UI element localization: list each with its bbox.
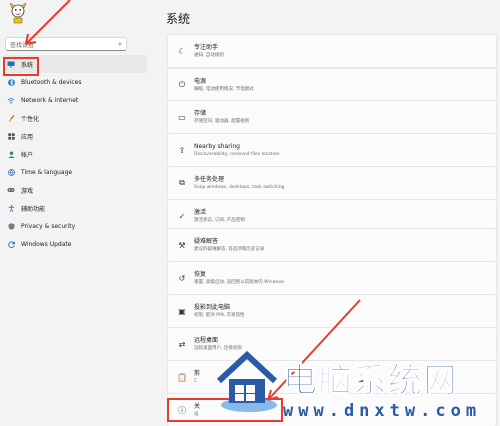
card-subtitle: Discoverability, received files location [194,151,280,157]
annotation-highlight-box [3,57,39,76]
settings-card-nearby-sharing[interactable]: ⇪ Nearby sharing Discoverability, receive… [167,133,497,167]
sidebar-item-label: 辅助功能 [21,205,46,213]
sidebar-item-label: 游戏 [21,187,34,195]
search-icon: ⌕ [118,39,122,48]
card-subtitle: 存储空间, 驱动器, 配置规则 [194,118,250,124]
sidebar-item-gaming[interactable]: 游戏 [3,181,147,199]
sidebar-item-label: Time & language [21,168,73,176]
page-title: 系统 [166,12,191,26]
activation-icon: ✓ [178,211,186,221]
watermark-title: 电脑系统网 [283,361,458,402]
watermark-url: www.dnxtw.com [283,401,482,421]
sidebar-item-network[interactable]: Network & internet [3,91,147,109]
sidebar-item-accounts[interactable]: 帐户 [3,145,147,163]
card-subtitle: 通知, 自动规则 [194,52,224,58]
sidebar-item-label: Bluetooth & devices [21,78,82,86]
sidebar-item-time-language[interactable]: Time & language [3,163,147,181]
card-title: 疑难解答 [194,237,219,245]
card-subtitle: 权限, 配对 PIN, 可发现性 [194,312,245,318]
card-title: 多任务处理 [194,175,225,183]
moon-icon: ☾ [178,46,186,56]
account-icon [7,150,15,158]
settings-card-projection[interactable]: ▣ 投影到此电脑 权限, 配对 PIN, 可发现性 [167,294,497,328]
brush-icon [7,114,15,122]
settings-card-focus-assist[interactable]: ☾ 专注助手 通知, 自动规则 [167,34,497,68]
clipboard-icon: 📋 [177,372,187,382]
bluetooth-icon [7,78,15,86]
sidebar-item-windows-update[interactable]: Windows Update [3,235,147,253]
avatar[interactable] [8,2,28,24]
remote-icon: ⇄ [178,339,186,349]
card-title: 投影到此电脑 [194,303,231,311]
card-title: 激活 [194,208,207,216]
card-title: 恢复 [194,270,207,278]
settings-card-multitasking[interactable]: ⧉ 多任务处理 Snap windows, desktops, task swit… [167,166,497,200]
card-subtitle: Snap windows, desktops, task switching [194,184,285,190]
sidebar-nav: 系统 Bluetooth & devices Network & interne… [0,55,150,253]
card-title: 专注助手 [194,43,219,51]
storage-icon: ▭ [178,112,186,122]
card-subtitle: C [194,378,198,384]
projection-icon: ▣ [178,306,186,316]
sidebar-item-privacy[interactable]: Privacy & security [3,217,147,235]
sidebar-item-accessibility[interactable]: 辅助功能 [3,199,147,217]
power-icon: ⏻ [178,80,186,89]
sidebar-item-label: 应用 [21,133,34,141]
update-icon [7,240,15,248]
share-icon: ⇪ [178,145,186,155]
settings-card-power[interactable]: ⏻ 电源 睡眠, 电池使用情况, 节电模式 [167,68,497,102]
gamepad-icon [7,186,15,194]
sidebar-item-label: Windows Update [21,240,72,248]
card-subtitle: 睡眠, 电池使用情况, 节电模式 [194,86,254,92]
wrench-icon: ⚒ [178,240,186,250]
watermark-logo-icon [216,350,278,412]
search-input[interactable]: 查找设置 ⌕ [5,37,127,51]
accessibility-icon [7,204,15,212]
globe-icon [7,168,15,176]
multitask-icon: ⧉ [179,178,185,187]
network-icon [7,96,15,104]
card-subtitle: 建议的疑难解答, 首选项和历史记录 [194,246,265,252]
sidebar-item-label: 个性化 [21,115,40,123]
settings-card-recovery[interactable]: ↺ 恢复 重置, 高级启动, 返回到以前版本的 Windows [167,261,497,295]
sidebar-item-label: Privacy & security [21,222,76,230]
sidebar-item-apps[interactable]: 应用 [3,127,147,145]
settings-card-storage[interactable]: ▭ 存储 存储空间, 驱动器, 配置规则 [167,100,497,134]
sidebar-item-personalization[interactable]: 个性化 [3,109,147,127]
shield-icon [7,222,15,230]
watermark: 电脑系统网 www.dnxtw.com [215,347,500,426]
card-title: Nearby sharing [194,142,240,150]
card-title: 远程桌面 [194,336,219,344]
sidebar-item-label: 帐户 [21,151,34,159]
card-subtitle: 重置, 高级启动, 返回到以前版本的 Windows [194,279,285,285]
card-subtitle: 激活状态, 订阅, 产品密钥 [194,217,245,223]
recovery-icon: ↺ [178,273,186,283]
card-title: 剪 [194,369,201,377]
card-title: 存储 [194,109,207,117]
settings-card-troubleshoot[interactable]: ⚒ 疑难解答 建议的疑难解答, 首选项和历史记录 [167,228,497,262]
card-title: 电源 [194,77,207,85]
sidebar-item-label: Network & internet [21,96,79,104]
apps-icon [7,132,15,140]
search-placeholder: 查找设置 [10,41,35,49]
